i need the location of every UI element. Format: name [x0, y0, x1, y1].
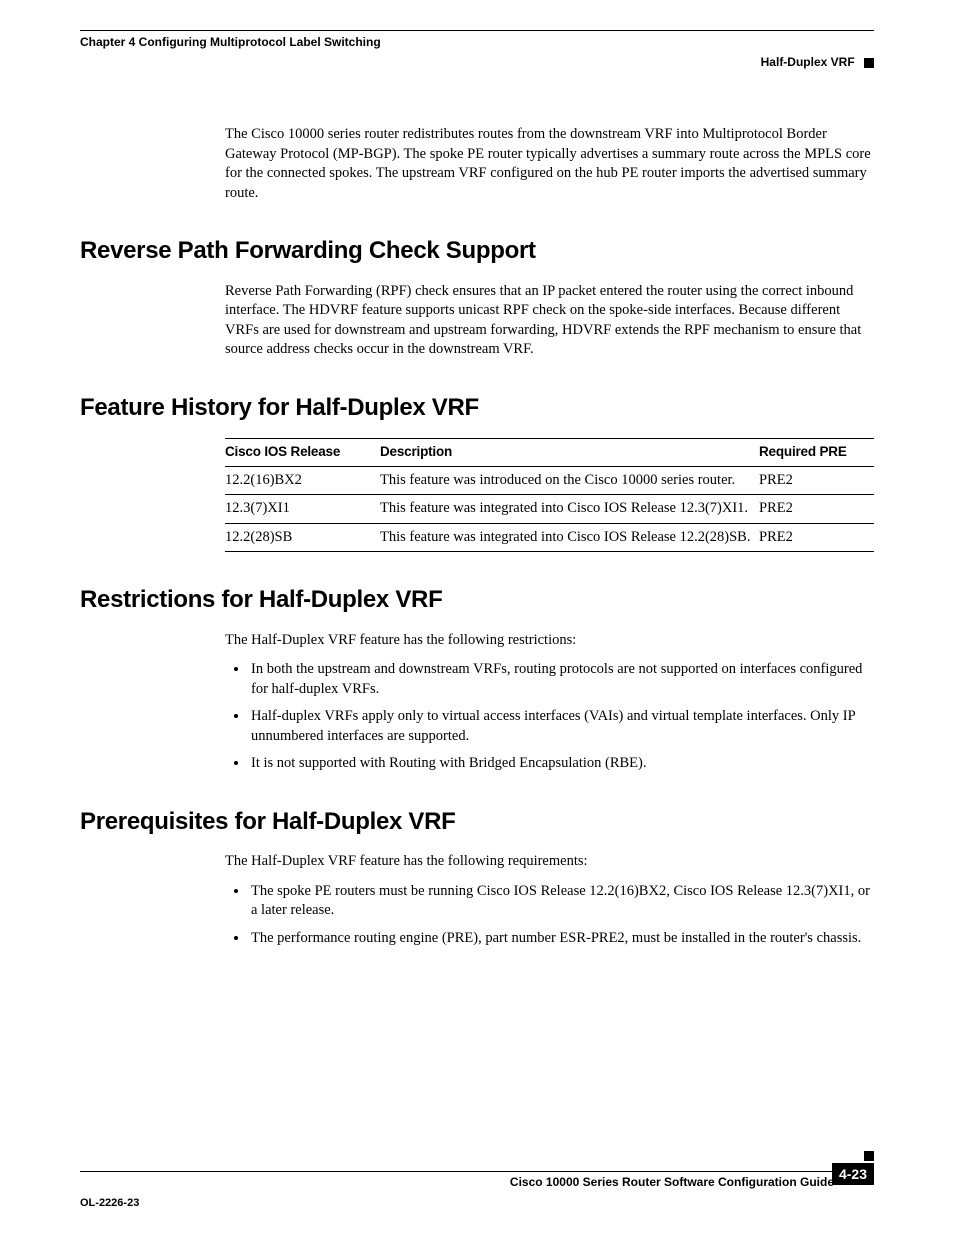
restrictions-list: In both the upstream and downstream VRFs… — [225, 660, 874, 774]
feature-history-table-wrap: Cisco IOS Release Description Required P… — [225, 438, 874, 552]
restrictions-intro: The Half-Duplex VRF feature has the foll… — [225, 631, 874, 651]
heading-prerequisites: Prerequisites for Half-Duplex VRF — [80, 806, 874, 838]
table-row: 12.2(16)BX2 This feature was introduced … — [225, 466, 874, 495]
footer-marker-icon — [864, 1151, 874, 1161]
footer-doc-id: OL-2226-23 — [80, 1196, 139, 1211]
table-row: 12.2(28)SB This feature was integrated i… — [225, 523, 874, 552]
cell-pre: PRE2 — [759, 523, 874, 552]
cell-pre: PRE2 — [759, 495, 874, 524]
header-section: Half-Duplex VRF — [761, 54, 874, 70]
cell-desc: This feature was integrated into Cisco I… — [380, 495, 759, 524]
cell-release: 12.2(16)BX2 — [225, 466, 380, 495]
heading-restrictions: Restrictions for Half-Duplex VRF — [80, 584, 874, 616]
intro-paragraph: The Cisco 10000 series router redistribu… — [225, 125, 874, 203]
rpf-paragraph: Reverse Path Forwarding (RPF) check ensu… — [225, 282, 874, 360]
page-number-box: 4-23 — [832, 1163, 874, 1185]
table-row: 12.3(7)XI1 This feature was integrated i… — [225, 495, 874, 524]
col-header-description: Description — [380, 439, 759, 466]
col-header-pre: Required PRE — [759, 439, 874, 466]
footer-guide-title: Cisco 10000 Series Router Software Confi… — [80, 1174, 874, 1190]
heading-rpf: Reverse Path Forwarding Check Support — [80, 235, 874, 267]
cell-release: 12.3(7)XI1 — [225, 495, 380, 524]
feature-history-table: Cisco IOS Release Description Required P… — [225, 438, 874, 552]
prereq-list: The spoke PE routers must be running Cis… — [225, 882, 874, 949]
footer: Cisco 10000 Series Router Software Confi… — [80, 1171, 874, 1211]
list-item: In both the upstream and downstream VRFs… — [249, 660, 874, 699]
cell-desc: This feature was introduced on the Cisco… — [380, 466, 759, 495]
list-item: Half-duplex VRFs apply only to virtual a… — [249, 707, 874, 746]
cell-release: 12.2(28)SB — [225, 523, 380, 552]
list-item: The spoke PE routers must be running Cis… — [249, 882, 874, 921]
list-item: The performance routing engine (PRE), pa… — [249, 929, 874, 949]
header-rule — [80, 30, 874, 31]
list-item: It is not supported with Routing with Br… — [249, 754, 874, 774]
prereq-intro: The Half-Duplex VRF feature has the foll… — [225, 852, 874, 872]
heading-feature-history: Feature History for Half-Duplex VRF — [80, 392, 874, 424]
header-marker-icon — [864, 58, 874, 68]
header-chapter: Chapter 4 Configuring Multiprotocol Labe… — [80, 34, 381, 50]
col-header-release: Cisco IOS Release — [225, 439, 380, 466]
footer-rule — [80, 1171, 834, 1172]
cell-pre: PRE2 — [759, 466, 874, 495]
table-header-row: Cisco IOS Release Description Required P… — [225, 439, 874, 466]
cell-desc: This feature was integrated into Cisco I… — [380, 523, 759, 552]
header-section-text: Half-Duplex VRF — [761, 55, 855, 69]
